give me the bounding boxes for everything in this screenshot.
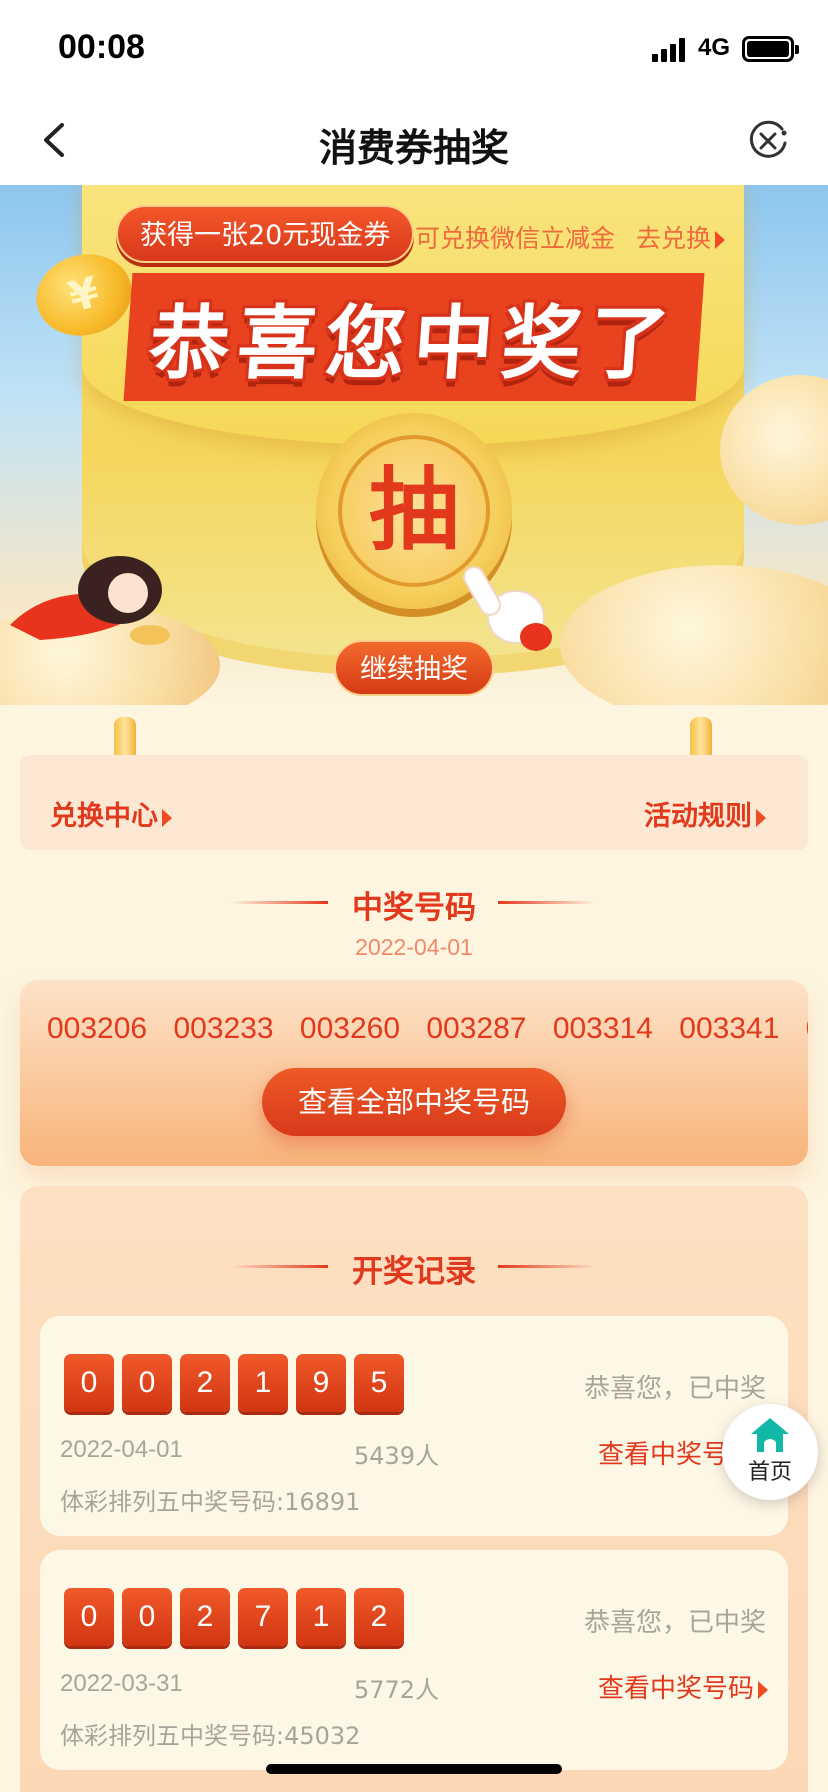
winning-number: 003206 — [47, 1012, 148, 1045]
congrats-text: 恭喜您中奖了 — [123, 273, 705, 401]
exchange-center-link[interactable]: 兑换中心 — [50, 794, 172, 833]
ticket-digit: 0 — [122, 1588, 172, 1646]
title-decoration — [498, 901, 596, 904]
prize-badge: 获得一张20元现金券 — [116, 205, 415, 263]
winning-numbers-card: 003206 003233 003260 003287 003314 00334… — [20, 980, 808, 1166]
ticket-digit: 2 — [354, 1588, 404, 1646]
ticket-digit: 2 — [180, 1354, 230, 1412]
caret-right-icon — [758, 1680, 768, 1699]
home-button[interactable]: 首页 — [722, 1404, 818, 1500]
ticket-digit: 5 — [354, 1354, 404, 1412]
activity-rules-link[interactable]: 活动规则 — [644, 794, 766, 833]
congrats-banner: 恭喜您中奖了 — [0, 273, 828, 401]
view-all-numbers-button[interactable]: 查看全部中奖号码 — [262, 1068, 566, 1136]
record-participants: 5772人 — [354, 1676, 440, 1704]
signal-icon — [652, 38, 685, 62]
battery-icon — [742, 36, 799, 62]
record-lottery-note: 体彩排列五中奖号码:16891 — [60, 1488, 361, 1516]
page-title: 消费券抽奖 — [318, 126, 509, 170]
record-item: 002195 恭喜您，已中奖 2022-04-01 5439人 查看中奖号码 体… — [40, 1316, 788, 1536]
winning-number: 003314 — [552, 1012, 653, 1045]
view-winning-numbers-label: 查看中奖号码 — [597, 1674, 754, 1704]
continue-draw-button[interactable]: 继续抽奖 — [334, 640, 494, 696]
record-lottery-note: 体彩排列五中奖号码:45032 — [60, 1722, 361, 1750]
title-decoration — [498, 1265, 596, 1268]
record-status: 恭喜您，已中奖 — [583, 1374, 766, 1404]
ticket-digit: 9 — [296, 1354, 346, 1412]
record-item: 002712 恭喜您，已中奖 2022-03-31 5772人 查看中奖号码 体… — [40, 1550, 788, 1770]
ticket-digit: 7 — [238, 1588, 288, 1646]
exchange-link-label: 去兑换 — [636, 224, 712, 253]
ticket-digit: 1 — [296, 1588, 346, 1646]
winning-number: 003287 — [426, 1012, 527, 1045]
ticket-digit: 0 — [64, 1588, 114, 1646]
network-type: 4G — [698, 34, 731, 61]
status-time: 00:08 — [58, 28, 145, 66]
lottery-hero: ¥ 获得一张20元现金券 可兑换微信立减金 去兑换 恭喜您中奖了 抽 继续抽奖 — [0, 185, 828, 705]
winning-number: 003368 — [806, 1012, 808, 1045]
exchange-link[interactable]: 去兑换 — [636, 219, 726, 255]
draw-records-card: 开奖记录 002195 恭喜您，已中奖 2022-04-01 5439人 查看中… — [20, 1186, 808, 1792]
ticket-digit: 0 — [64, 1354, 114, 1412]
girl-illustration — [10, 556, 170, 645]
record-date: 2022-03-31 — [60, 1670, 183, 1697]
ticket-digit: 0 — [122, 1354, 172, 1412]
ticket-digit: 1 — [238, 1354, 288, 1412]
ticket-digits: 002712 — [64, 1588, 412, 1646]
record-date: 2022-04-01 — [60, 1436, 183, 1463]
winning-number: 003341 — [679, 1012, 780, 1045]
caret-right-icon — [162, 808, 172, 827]
winning-number: 003233 — [173, 1012, 274, 1045]
home-button-label: 首页 — [747, 1460, 792, 1485]
record-status: 恭喜您，已中奖 — [583, 1608, 766, 1638]
prize-note: 可兑换微信立减金 — [415, 224, 616, 253]
caret-right-icon — [756, 808, 766, 827]
winning-date: 2022-04-01 — [355, 934, 473, 960]
ticket-digits: 002195 — [64, 1354, 412, 1412]
draw-records-title: 开奖记录 — [352, 1254, 476, 1290]
close-icon[interactable] — [746, 119, 790, 163]
home-icon — [751, 1418, 789, 1452]
record-participants: 5439人 — [354, 1442, 440, 1470]
exchange-center-label: 兑换中心 — [50, 801, 158, 832]
activity-rules-label: 活动规则 — [644, 801, 752, 832]
home-indicator — [266, 1764, 562, 1774]
ticket-digit: 2 — [180, 1588, 230, 1646]
winning-numbers-title: 中奖号码 — [352, 890, 476, 926]
view-winning-numbers-link[interactable]: 查看中奖号码 — [598, 1668, 768, 1705]
nav-bar: 消费券抽奖 — [0, 95, 828, 185]
winning-numbers-list[interactable]: 003206 003233 003260 003287 003314 00334… — [47, 1012, 808, 1046]
status-bar: 00:08 4G — [0, 0, 828, 95]
caret-right-icon — [715, 231, 726, 249]
winning-number: 003260 — [299, 1012, 401, 1045]
